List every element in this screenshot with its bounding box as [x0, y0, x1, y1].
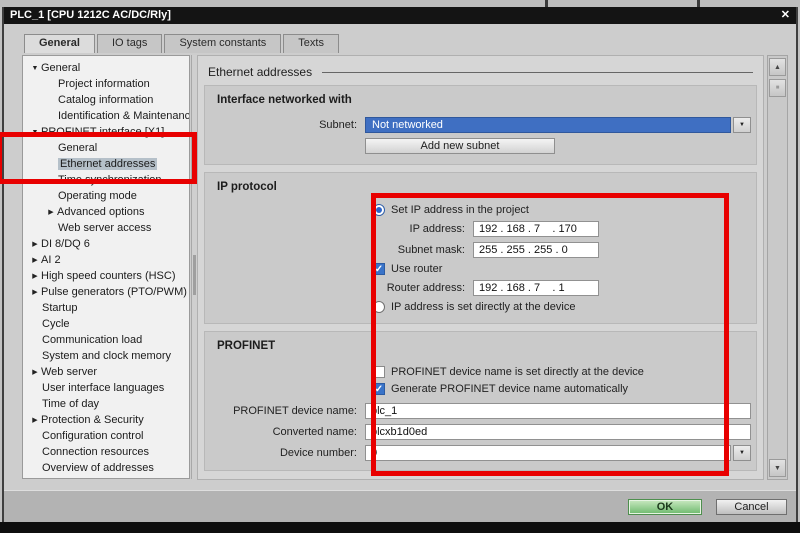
tree-item-system-clock-memory[interactable]: System and clock memory — [23, 348, 189, 364]
converted-name-label: Converted name: — [272, 426, 357, 438]
background-window-strip — [0, 0, 800, 7]
tree-item-communication-load[interactable]: Communication load — [23, 332, 189, 348]
profinet-device-name-input[interactable]: plc_1 — [365, 403, 751, 419]
tree-item-pulse-generators[interactable]: Pulse generators (PTO/PWM) — [23, 284, 189, 300]
tree-item-identification-maintenance[interactable]: Identification & Maintenance — [23, 108, 189, 124]
bottom-black-strip — [0, 522, 800, 533]
generate-profinet-name-checkbox[interactable] — [373, 383, 385, 395]
splitter-handle-icon[interactable] — [193, 255, 196, 295]
generate-profinet-name-label: Generate PROFINET device name automatica… — [391, 383, 629, 395]
tab-texts[interactable]: Texts — [283, 34, 339, 53]
collapse-arrow-icon[interactable] — [29, 129, 41, 136]
tree-item-time-synchronization[interactable]: Time synchronization — [23, 172, 189, 188]
subnet-label: Subnet: — [319, 119, 357, 131]
expand-arrow-icon[interactable] — [29, 288, 41, 296]
scrollbar-thumb[interactable] — [769, 79, 786, 97]
cancel-button[interactable]: Cancel — [716, 499, 787, 515]
radio-ip-set-at-device[interactable] — [373, 301, 385, 313]
tree-item-protection-security[interactable]: Protection & Security — [23, 412, 189, 428]
ip-address-label: IP address: — [409, 223, 465, 235]
heading-rule — [322, 71, 753, 73]
router-address-input[interactable]: 192 . 168 . 7 . 1 — [473, 280, 599, 296]
page-heading-label: Ethernet addresses — [208, 65, 313, 79]
scroll-down-icon[interactable] — [769, 459, 786, 477]
properties-dialog: PLC_1 [CPU 1212C AC/DC/Rly] ✕ General IO… — [2, 7, 798, 522]
background-divider — [697, 0, 700, 7]
section-ip-protocol: IP protocol Set IP address in the projec… — [204, 172, 757, 324]
tree-item-general[interactable]: General — [23, 60, 189, 76]
device-number-label: Device number: — [279, 447, 357, 459]
expand-arrow-icon[interactable] — [29, 256, 41, 264]
background-divider — [545, 0, 548, 7]
router-address-label: Router address: — [386, 282, 465, 294]
section-title: Interface networked with — [217, 94, 352, 106]
tree-item-interface-general[interactable]: General — [23, 140, 189, 156]
dialog-footer: OK Cancel — [4, 490, 796, 522]
settings-panel: Ethernet addresses Interface networked w… — [197, 55, 764, 480]
tree-item-profinet-interface[interactable]: PROFINET interface [X1] — [23, 124, 189, 140]
tree-item-operating-mode[interactable]: Operating mode — [23, 188, 189, 204]
vertical-scrollbar[interactable] — [767, 55, 788, 480]
expand-arrow-icon[interactable] — [29, 416, 41, 424]
section-title: PROFINET — [217, 340, 276, 352]
tree-item-startup[interactable]: Startup — [23, 300, 189, 316]
tree-item-catalog-information[interactable]: Catalog information — [23, 92, 189, 108]
profinet-device-name-label: PROFINET device name: — [233, 405, 357, 417]
dialog-titlebar[interactable]: PLC_1 [CPU 1212C AC/DC/Rly] ✕ — [4, 7, 796, 24]
radio-ip-set-at-device-label: IP address is set directly at the device — [391, 301, 576, 313]
dialog-title: PLC_1 [CPU 1212C AC/DC/Rly] — [10, 9, 171, 21]
radio-set-ip-in-project-label: Set IP address in the project — [391, 204, 529, 216]
tab-io-tags[interactable]: IO tags — [96, 34, 163, 53]
expand-arrow-icon[interactable] — [45, 208, 57, 216]
tab-general[interactable]: General — [24, 34, 95, 53]
add-new-subnet-button[interactable]: Add new subnet — [365, 138, 555, 154]
tree-item-web-server[interactable]: Web server — [23, 364, 189, 380]
tree-item-web-server-access[interactable]: Web server access — [23, 220, 189, 236]
subnet-mask-label: Subnet mask: — [397, 244, 465, 256]
section-title: IP protocol — [217, 181, 277, 193]
tree-item-user-interface-languages[interactable]: User interface languages — [23, 380, 189, 396]
use-router-checkbox[interactable] — [373, 263, 385, 275]
collapse-arrow-icon[interactable] — [29, 65, 41, 72]
tree-item-high-speed-counters[interactable]: High speed counters (HSC) — [23, 268, 189, 284]
scroll-up-icon[interactable] — [769, 58, 786, 76]
tab-system-constants[interactable]: System constants — [164, 34, 282, 53]
close-icon[interactable]: ✕ — [774, 7, 790, 24]
tree-item-overview-of-addresses[interactable]: Overview of addresses — [23, 460, 189, 476]
page-heading: Ethernet addresses — [198, 56, 763, 85]
tree-item-project-information[interactable]: Project information — [23, 76, 189, 92]
section-interface-networked-with: Interface networked with Subnet: Not net… — [204, 85, 757, 165]
converted-name-input[interactable]: plcxb1d0ed — [365, 424, 751, 440]
profinet-name-direct-checkbox[interactable] — [373, 366, 385, 378]
ok-button[interactable]: OK — [628, 499, 702, 515]
tree-item-advanced-options[interactable]: Advanced options — [23, 204, 189, 220]
use-router-label: Use router — [391, 263, 443, 275]
profinet-name-direct-label: PROFINET device name is set directly at … — [391, 366, 644, 378]
subnet-dropdown-arrow-icon[interactable] — [733, 117, 751, 133]
device-number-dropdown-arrow-icon[interactable] — [733, 445, 751, 461]
tree-item-configuration-control[interactable]: Configuration control — [23, 428, 189, 444]
tree-item-cycle[interactable]: Cycle — [23, 316, 189, 332]
expand-arrow-icon[interactable] — [29, 272, 41, 280]
radio-set-ip-in-project[interactable] — [373, 204, 385, 216]
tree-item-connection-resources[interactable]: Connection resources — [23, 444, 189, 460]
subnet-mask-input[interactable]: 255 . 255 . 255 . 0 — [473, 242, 599, 258]
screenshot-root: PLC_1 [CPU 1212C AC/DC/Rly] ✕ General IO… — [0, 0, 800, 533]
tree-item-time-of-day[interactable]: Time of day — [23, 396, 189, 412]
tab-bar: General IO tags System constants Texts — [24, 34, 341, 53]
subnet-select[interactable]: Not networked — [365, 117, 731, 133]
navigation-tree: General Project information Catalog info… — [22, 55, 190, 479]
expand-arrow-icon[interactable] — [29, 240, 41, 248]
expand-arrow-icon[interactable] — [29, 368, 41, 376]
device-number-select[interactable]: 0 — [365, 445, 731, 461]
tree-item-ai2[interactable]: AI 2 — [23, 252, 189, 268]
section-profinet: PROFINET PROFINET device name is set dir… — [204, 331, 757, 471]
tree-item-di8-dq6[interactable]: DI 8/DQ 6 — [23, 236, 189, 252]
tree-item-ethernet-addresses[interactable]: Ethernet addresses — [23, 156, 189, 172]
ip-address-input[interactable]: 192 . 168 . 7 . 170 — [473, 221, 599, 237]
